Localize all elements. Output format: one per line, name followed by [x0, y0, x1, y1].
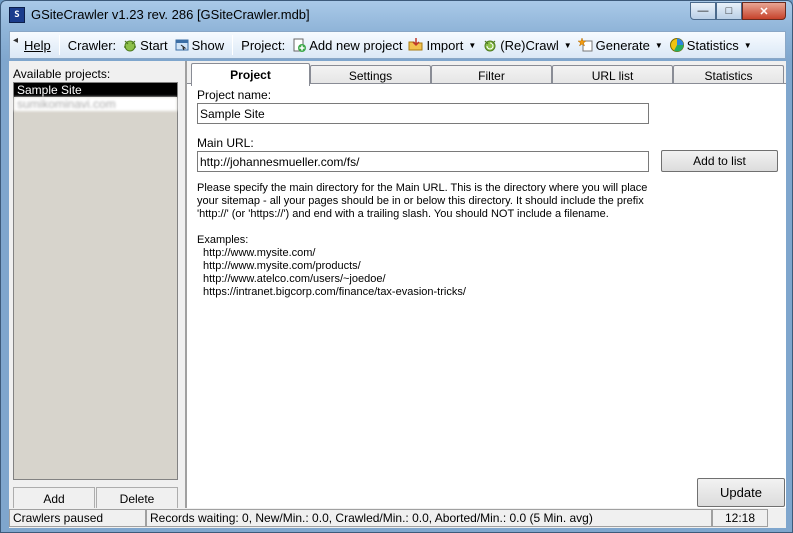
- example-url: http://www.mysite.com/products/: [203, 260, 361, 272]
- import-label: Import: [426, 37, 464, 53]
- recrawl-label: (Re)Crawl: [500, 37, 559, 53]
- clock: 12:18: [712, 509, 768, 527]
- help-label: Help: [24, 37, 51, 53]
- maximize-button[interactable]: □: [716, 2, 742, 20]
- import-icon: [408, 38, 423, 51]
- list-item[interactable]: sumikominavi.com: [14, 97, 177, 111]
- crawler-start-icon: [124, 40, 137, 52]
- recrawl-icon: [484, 40, 496, 52]
- add-new-project-button[interactable]: Add new project: [288, 34, 405, 56]
- status-bar: Crawlers paused Records waiting: 0, New/…: [9, 508, 786, 528]
- show-button[interactable]: Show: [171, 34, 228, 56]
- window-controls: — □ ✕: [690, 2, 786, 20]
- project-name-field[interactable]: Sample Site: [197, 103, 649, 124]
- toolbar-grip-icon[interactable]: ◂: [13, 35, 21, 55]
- tab-statistics[interactable]: Statistics: [673, 65, 784, 85]
- example-url: http://www.mysite.com/: [203, 247, 316, 259]
- start-button[interactable]: Start: [119, 34, 170, 56]
- update-button[interactable]: Update: [697, 478, 785, 507]
- pie-chart-icon: [669, 38, 684, 52]
- tab-url-list[interactable]: URL list: [552, 65, 673, 85]
- list-item[interactable]: Sample Site: [14, 83, 177, 97]
- chevron-down-icon[interactable]: ▼: [468, 41, 476, 50]
- examples-block: Examples: http://www.mysite.com/ http://…: [197, 234, 659, 299]
- minimize-button[interactable]: —: [690, 2, 716, 20]
- main-url-field[interactable]: http://johannesmueller.com/fs/: [197, 151, 649, 172]
- example-url: http://www.atelco.com/users/~joedoe/: [203, 273, 386, 285]
- chevron-down-icon[interactable]: ▼: [564, 41, 572, 50]
- show-label: Show: [191, 37, 225, 53]
- help-paragraph: Please specify the main directory for th…: [197, 182, 648, 220]
- project-details-panel: Project Settings Filter URL list Statist…: [187, 61, 786, 509]
- records-status: Records waiting: 0, New/Min.: 0.0, Crawl…: [146, 509, 712, 527]
- import-button[interactable]: Import ▼: [405, 34, 479, 56]
- client-area: Available projects: Sample Site sumikomi…: [9, 61, 786, 509]
- chevron-down-icon[interactable]: ▼: [655, 41, 663, 50]
- statistics-button[interactable]: Statistics ▼: [666, 34, 755, 56]
- recrawl-button[interactable]: (Re)Crawl ▼: [479, 34, 574, 56]
- new-project-icon: [293, 38, 307, 52]
- toolbar-separator: [58, 35, 60, 55]
- projects-panel: Available projects: Sample Site sumikomi…: [9, 61, 185, 509]
- help-menu[interactable]: Help: [21, 34, 54, 56]
- project-label: Project:: [241, 37, 286, 53]
- add-new-project-label: Add new project: [309, 37, 403, 53]
- tab-strip: Project Settings Filter URL list Statist…: [187, 63, 786, 86]
- toolbar-separator: [232, 35, 234, 55]
- title-bar: S GSiteCrawler v1.23 rev. 286 [GSiteCraw…: [1, 1, 792, 29]
- generate-button[interactable]: Generate ▼: [575, 34, 666, 56]
- project-name-label: Project name:: [197, 88, 272, 102]
- add-project-button[interactable]: Add: [13, 487, 95, 509]
- start-label: Start: [140, 37, 168, 53]
- generate-icon: [577, 37, 593, 52]
- resize-grip-icon[interactable]: [768, 508, 782, 526]
- generate-label: Generate: [595, 37, 650, 53]
- available-projects-label: Available projects:: [13, 67, 111, 81]
- projects-listbox[interactable]: Sample Site sumikominavi.com: [13, 82, 178, 480]
- main-url-label: Main URL:: [197, 136, 254, 150]
- main-url-help-text: Please specify the main directory for th…: [197, 182, 659, 299]
- show-window-icon: [175, 39, 189, 51]
- examples-label: Examples:: [197, 234, 249, 246]
- main-toolbar: ◂ Help Crawler: Start Show Project: Add …: [9, 31, 786, 59]
- tab-filter[interactable]: Filter: [431, 65, 552, 85]
- app-window: S GSiteCrawler v1.23 rev. 286 [GSiteCraw…: [0, 0, 793, 533]
- tab-project[interactable]: Project: [191, 63, 310, 86]
- tab-settings[interactable]: Settings: [310, 65, 431, 85]
- add-to-list-button[interactable]: Add to list: [661, 150, 778, 172]
- chevron-down-icon[interactable]: ▼: [744, 41, 752, 50]
- window-title: GSiteCrawler v1.23 rev. 286 [GSiteCrawle…: [31, 7, 310, 22]
- app-icon[interactable]: S: [9, 7, 25, 23]
- crawler-label: Crawler:: [67, 37, 117, 53]
- example-url: https://intranet.bigcorp.com/finance/tax…: [203, 286, 466, 298]
- delete-project-button[interactable]: Delete: [96, 487, 178, 509]
- close-button[interactable]: ✕: [742, 2, 786, 20]
- statistics-label: Statistics: [686, 37, 739, 53]
- crawler-status: Crawlers paused: [9, 509, 146, 527]
- project-tab-content: Project name: Sample Site Main URL: http…: [187, 83, 786, 509]
